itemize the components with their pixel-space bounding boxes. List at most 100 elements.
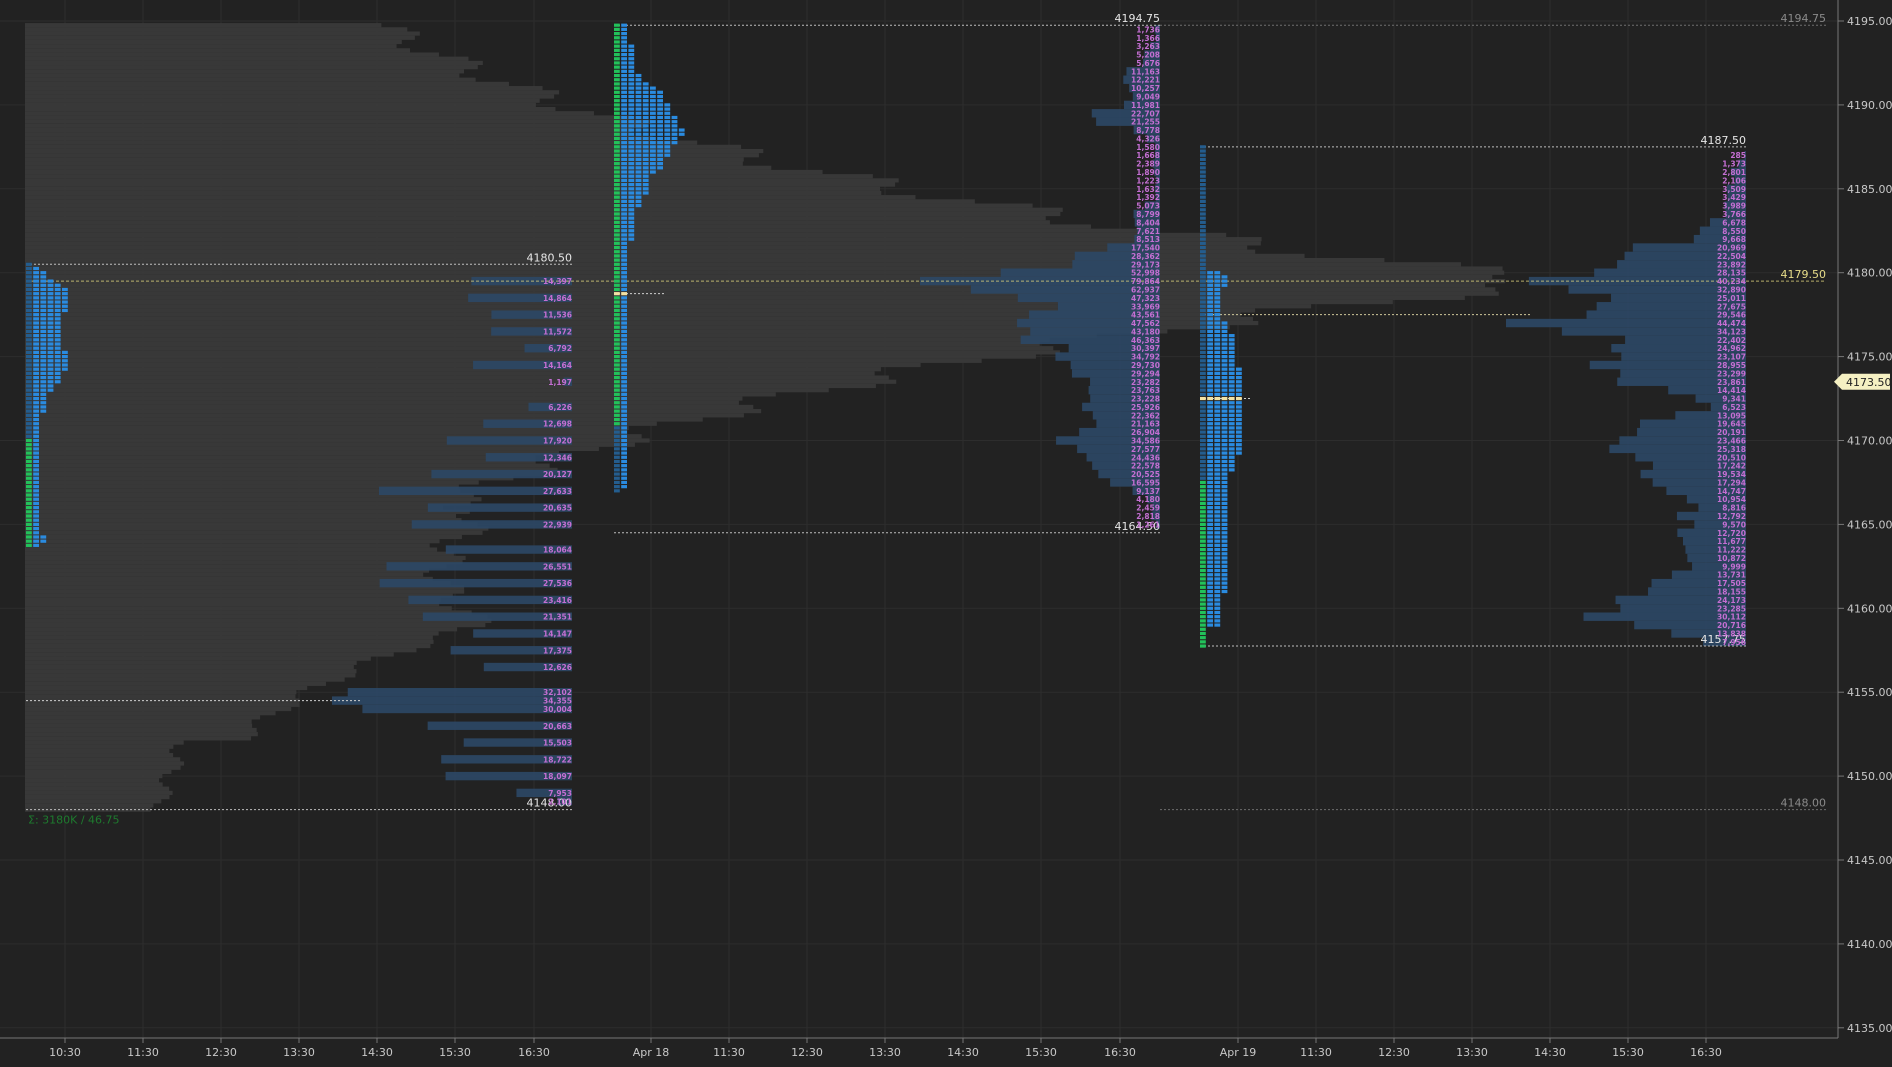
tpo-block: [650, 141, 656, 145]
tpo-block: [1200, 287, 1206, 292]
composite-bar: [25, 648, 417, 653]
tpo-block: [621, 283, 627, 287]
tpo-block: [1200, 329, 1206, 334]
tpo-block: [642, 136, 649, 141]
tpo-block: [1214, 522, 1221, 526]
tpo-block: [1200, 485, 1206, 489]
tpo-block: [614, 396, 620, 401]
tpo-block: [614, 170, 620, 174]
tpo-block: [1207, 313, 1213, 317]
tpo-block: [628, 69, 635, 73]
tpo-block: [33, 329, 39, 334]
composite-bar: [25, 480, 479, 485]
tpo-block: [642, 82, 649, 86]
tpo-block: [1200, 552, 1206, 556]
tpo-block: [1207, 485, 1213, 489]
tpo-block: [1228, 426, 1235, 430]
composite-bar: [25, 602, 440, 607]
tpo-block: [1200, 627, 1206, 631]
composite-bar: [25, 266, 1503, 271]
tpo-block: [1200, 531, 1206, 535]
tpo-block: [650, 132, 656, 136]
tpo-block: [614, 57, 620, 61]
tpo-block: [1200, 392, 1206, 396]
tpo-block: [40, 325, 47, 329]
volume-profile-bar: [332, 696, 572, 705]
y-tick-label: 4150.00: [1847, 770, 1892, 783]
tpo-block: [54, 359, 61, 363]
tpo-block: [1228, 438, 1235, 443]
market-profile-chart[interactable]: 4180.50 4148.00 4194.75 4164.50 4187.50 4157.…: [0, 0, 1892, 1063]
tpo-block: [614, 283, 620, 287]
tpo-block: [54, 380, 61, 384]
tpo-block: [1207, 506, 1213, 510]
composite-bar: [25, 681, 326, 686]
tpo-block: [1207, 510, 1213, 514]
tpo-block: [1221, 401, 1228, 405]
tpo-block: [1207, 447, 1213, 451]
tpo-block: [621, 409, 627, 413]
tpo-block: [1214, 623, 1221, 627]
tpo-block: [26, 426, 32, 430]
tpo-block: [1207, 531, 1213, 535]
tpo-block: [1228, 451, 1235, 455]
tpo-block: [47, 359, 54, 363]
tpo-block: [40, 409, 47, 413]
tpo-block: [1207, 539, 1213, 543]
tpo-block: [621, 447, 627, 451]
tpo-block: [621, 224, 627, 229]
tpo-block: [1200, 338, 1206, 342]
tpo-block: [33, 405, 39, 409]
tpo-block: [1207, 556, 1213, 560]
tpo-block: [1214, 598, 1221, 602]
price-axis[interactable]: 4135.00 4140.00 4145.00 4150.00 4155.00 4160.…: [1834, 0, 1892, 1038]
tpo-block: [1200, 510, 1206, 514]
chart-canvas[interactable]: 4180.504148.004194.754164.504187.504157.…: [0, 0, 1892, 1063]
tpo-block: [621, 422, 627, 426]
composite-bar: [25, 35, 415, 40]
composite-bar: [25, 48, 411, 53]
tpo-block: [1221, 543, 1228, 547]
tpo-block: [26, 443, 32, 447]
tpo-block: [621, 262, 627, 266]
tpo-block: [614, 69, 620, 73]
tpo-block: [1214, 564, 1221, 568]
composite-bar: [25, 459, 536, 464]
tpo-block: [1221, 346, 1228, 350]
time-axis[interactable]: 10:30 11:30 12:30 13:30 14:30 15:30 16:30 Apr 1…: [0, 1037, 1838, 1059]
tpo-block: [1200, 564, 1206, 568]
tpo-block: [1221, 329, 1228, 334]
tpo-block: [1200, 271, 1206, 275]
x-tick-label: 14:30: [361, 1046, 393, 1059]
tpo-block: [635, 111, 642, 115]
composite-bar: [25, 186, 881, 191]
tpo-block: [40, 359, 47, 363]
tpo-block: [1207, 401, 1213, 405]
tpo-block: [26, 510, 32, 514]
tpo-block: [614, 36, 620, 40]
tpo-block: [1200, 212, 1206, 216]
tpo-block: [642, 107, 649, 111]
tpo-block: [33, 401, 39, 405]
tpo-block: [614, 31, 620, 36]
tpo-block: [614, 187, 620, 191]
composite-bar: [25, 677, 345, 682]
composite-bar: [25, 329, 1168, 334]
composite-bar: [25, 685, 308, 691]
tpo-block: [33, 518, 39, 522]
tpo-block: [26, 480, 32, 485]
tpo-block: [1207, 497, 1213, 501]
tpo-block: [1214, 581, 1221, 585]
tpo-block: [33, 363, 39, 367]
tpo-block: [621, 220, 627, 224]
tpo-block: [1221, 459, 1228, 464]
tpo-block: [1236, 434, 1242, 438]
tpo-block: [26, 430, 32, 434]
tpo-block: [1207, 292, 1213, 296]
tpo-block: [40, 275, 47, 279]
tpo-block: [1221, 480, 1228, 485]
composite-bar: [25, 614, 488, 619]
composite-bar: [25, 618, 492, 623]
tpo-block: [1214, 405, 1221, 409]
volume-label: 1,197: [548, 378, 572, 387]
